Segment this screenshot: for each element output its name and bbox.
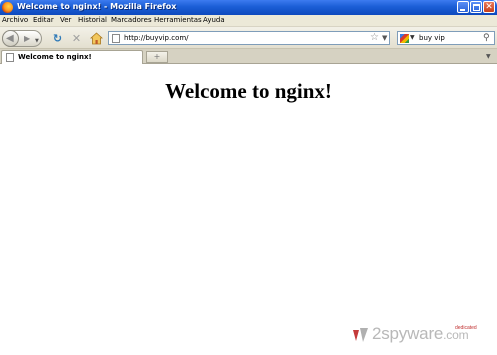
engine-dropdown-icon[interactable]: ▼ bbox=[410, 32, 415, 44]
menu-historial[interactable]: Historial bbox=[78, 16, 107, 24]
maximize-icon bbox=[473, 4, 480, 11]
tab-label: Welcome to nginx! bbox=[18, 53, 92, 61]
bookmark-star-icon[interactable]: ☆ bbox=[370, 32, 379, 44]
url-text[interactable]: http://buyvip.com/ bbox=[124, 34, 189, 42]
menu-editar[interactable]: Editar bbox=[33, 16, 54, 24]
close-button[interactable]: ✕ bbox=[483, 1, 495, 13]
forward-arrow-icon[interactable]: ▶ bbox=[24, 34, 30, 44]
tab-active[interactable]: Welcome to nginx! bbox=[1, 50, 143, 64]
history-dropdown-icon[interactable]: ▼ bbox=[35, 36, 39, 46]
plus-icon: + bbox=[153, 52, 161, 61]
menu-marcadores[interactable]: Marcadores bbox=[111, 16, 152, 24]
page-title: Welcome to nginx! bbox=[165, 79, 332, 103]
reload-icon[interactable]: ↻ bbox=[51, 32, 64, 45]
menu-bar: Archivo Editar Ver Historial Marcadores … bbox=[0, 15, 497, 27]
url-bar[interactable]: http://buyvip.com/ ☆ ▼ bbox=[108, 31, 390, 45]
search-magnifier-icon[interactable]: ⚲ bbox=[483, 32, 490, 44]
watermark-subtitle: dedicated bbox=[455, 325, 477, 331]
new-tab-button[interactable]: + bbox=[146, 51, 168, 63]
watermark-brand-name: 2spyware bbox=[372, 324, 444, 343]
search-engine-icon[interactable] bbox=[400, 34, 409, 43]
firefox-logo-icon[interactable] bbox=[2, 2, 13, 13]
search-input[interactable]: buy vip bbox=[419, 34, 445, 42]
back-arrow-icon: ◀ bbox=[6, 33, 14, 44]
watermark-brand: 2spyware.com bbox=[372, 324, 469, 344]
menu-archivo[interactable]: Archivo bbox=[2, 16, 28, 24]
minimize-button[interactable] bbox=[457, 1, 469, 13]
home-icon[interactable] bbox=[89, 32, 104, 45]
url-dropdown-icon[interactable]: ▼ bbox=[382, 32, 387, 44]
search-bar[interactable]: ▼ buy vip ⚲ bbox=[397, 31, 495, 45]
back-forward-group: ◀ ▶ ▼ bbox=[2, 30, 42, 47]
menu-ayuda[interactable]: Ayuda bbox=[203, 16, 225, 24]
minimize-icon bbox=[460, 9, 465, 11]
tab-list-dropdown-icon[interactable]: ▼ bbox=[486, 51, 491, 63]
stop-icon[interactable]: ✕ bbox=[70, 32, 83, 45]
spyware-logo-icon bbox=[353, 328, 368, 342]
menu-herramientas[interactable]: Herramientas bbox=[154, 16, 202, 24]
page-icon bbox=[112, 34, 120, 43]
menu-ver[interactable]: Ver bbox=[60, 16, 71, 24]
page-content: Welcome to nginx! bbox=[0, 65, 497, 355]
close-icon: ✕ bbox=[485, 2, 493, 12]
tab-strip: Welcome to nginx! + ▼ bbox=[0, 49, 497, 64]
window-title: Welcome to nginx! - Mozilla Firefox bbox=[17, 2, 177, 11]
back-button[interactable]: ◀ bbox=[2, 30, 19, 47]
navigation-toolbar: ◀ ▶ ▼ ↻ ✕ http://buyvip.com/ ☆ ▼ ▼ buy v… bbox=[0, 27, 497, 49]
title-bar: Welcome to nginx! - Mozilla Firefox ✕ bbox=[0, 0, 497, 15]
maximize-button[interactable] bbox=[470, 1, 482, 13]
tab-page-icon bbox=[6, 53, 14, 62]
